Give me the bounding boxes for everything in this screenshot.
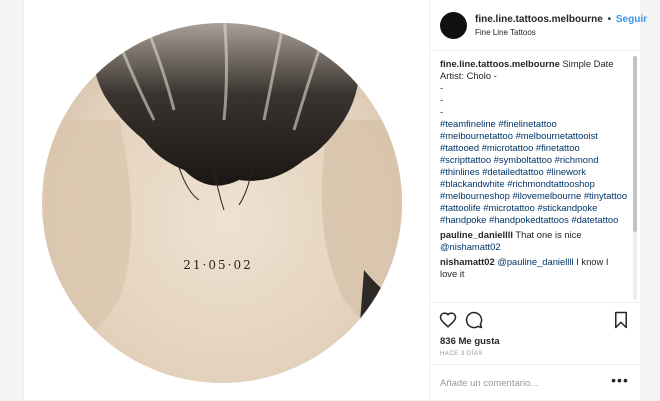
caption-dash: - — [440, 82, 444, 93]
post-sidebar: fine.line.tattoos.melbourne • Seguir Fin… — [429, 0, 647, 401]
likes-count[interactable]: 836 Me gusta — [440, 336, 500, 347]
heart-icon[interactable] — [439, 311, 457, 329]
caption-username[interactable]: fine.line.tattoos.melbourne — [440, 58, 560, 69]
comment-username[interactable]: nishamatt02 — [440, 256, 495, 267]
post-header-username-row: fine.line.tattoos.melbourne • Seguir — [475, 14, 647, 25]
tattoo-date-text: 21·05·02 — [183, 258, 253, 272]
comment-text: That one is nice — [512, 229, 582, 240]
avatar[interactable] — [440, 12, 467, 39]
post-timestamp[interactable]: HACE 3 DÍAS — [440, 351, 483, 357]
comments-scrollbar[interactable] — [633, 56, 637, 300]
separator-dot: • — [607, 14, 612, 25]
post-header: fine.line.tattoos.melbourne • Seguir Fin… — [430, 0, 647, 51]
follow-button[interactable]: Seguir — [616, 14, 647, 25]
caption-dash: - — [440, 106, 444, 117]
tattoo-photo — [42, 23, 402, 383]
comment-mention[interactable]: @nishamatt02 — [440, 241, 501, 252]
caption-dash: - — [440, 94, 444, 105]
author-username[interactable]: fine.line.tattoos.melbourne — [475, 14, 603, 25]
add-comment-bar: ••• — [430, 364, 640, 401]
instagram-post: 21·05·02 fine.line.tattoos.melbourne • S… — [23, 0, 647, 401]
add-comment-input[interactable] — [440, 375, 600, 391]
comment-icon[interactable] — [465, 311, 483, 329]
comments-list[interactable]: fine.line.tattoos.melbourne Simple Date … — [440, 58, 628, 302]
location-link[interactable]: Fine Line Tattoos — [475, 28, 536, 37]
scrollbar-thumb[interactable] — [633, 56, 637, 232]
bookmark-icon[interactable] — [612, 311, 630, 329]
post-image[interactable]: 21·05·02 — [24, 0, 429, 400]
action-bar — [430, 302, 640, 337]
more-options-icon[interactable]: ••• — [610, 373, 630, 393]
comment: pauline_daniellll That one is nice @nish… — [440, 229, 628, 253]
caption: fine.line.tattoos.melbourne Simple Date … — [440, 58, 628, 82]
comment: nishamatt02 @pauline_daniellll I know I … — [440, 256, 628, 280]
comment-mention[interactable]: @pauline_daniellll — [495, 256, 573, 267]
caption-hashtags[interactable]: #teamfineline #finelinetattoo #melbourne… — [440, 118, 628, 226]
comment-username[interactable]: pauline_daniellll — [440, 229, 513, 240]
